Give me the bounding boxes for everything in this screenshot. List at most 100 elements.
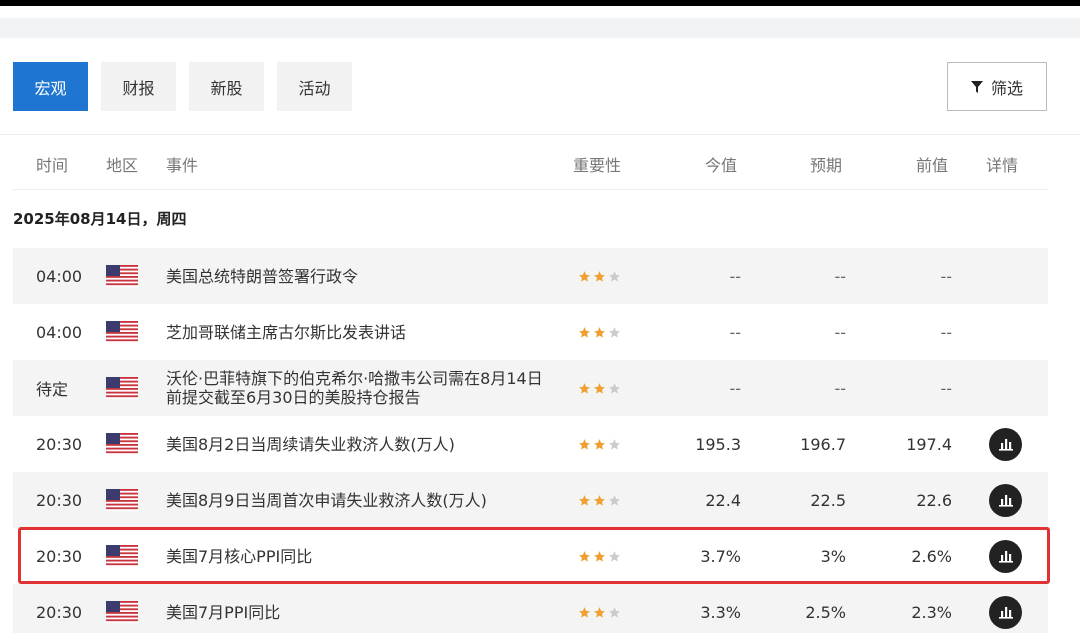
event-time: 20:30: [36, 602, 83, 622]
star-icon: [594, 494, 605, 506]
event-time: 04:00: [36, 266, 83, 286]
previous-value: --: [940, 322, 952, 342]
importance-stars: [578, 304, 623, 360]
actual-value: --: [729, 378, 741, 398]
filter-icon: [970, 80, 983, 93]
star-icon: [609, 382, 620, 394]
chart-icon: [998, 551, 1013, 563]
region-flag: [106, 416, 138, 472]
actual-value: --: [729, 266, 741, 286]
star-icon: [594, 438, 605, 450]
detail-chart-button[interactable]: [989, 595, 1022, 629]
star-icon: [579, 326, 590, 338]
actual-value: 195.3: [695, 434, 741, 454]
star-icon: [609, 550, 620, 562]
previous-value: 22.6: [916, 490, 952, 510]
event-time: 20:30: [36, 546, 83, 566]
region-flag: [106, 248, 138, 304]
forecast-value: 22.5: [810, 490, 846, 510]
forecast-value: 196.7: [800, 434, 846, 454]
star-icon: [609, 326, 620, 338]
star-icon: [594, 606, 605, 618]
event-row[interactable]: 04:00 芝加哥联储主席古尔斯比发表讲话 -- -- --: [13, 304, 1048, 360]
filter-label: 筛选: [990, 78, 1023, 98]
star-icon: [579, 494, 590, 506]
tab-earnings[interactable]: 财报: [101, 62, 176, 111]
col-event: 事件: [166, 156, 199, 175]
filter-button[interactable]: 筛选: [947, 62, 1047, 111]
event-title[interactable]: 美国总统特朗普签署行政令: [166, 248, 546, 304]
event-row[interactable]: 04:00 美国总统特朗普签署行政令 -- -- --: [13, 248, 1048, 304]
column-header: 时间 地区 事件 重要性 今值 预期 前值 详情: [13, 134, 1048, 190]
event-title[interactable]: 美国8月9日当周首次申请失业救济人数(万人): [166, 472, 546, 528]
col-region: 地区: [106, 156, 139, 175]
region-flag: [106, 360, 138, 416]
detail-chart-button[interactable]: [989, 539, 1022, 573]
star-icon: [579, 438, 590, 450]
us-flag-icon: [106, 377, 138, 399]
previous-value: 2.6%: [911, 546, 952, 566]
col-detail: 详情: [986, 156, 1019, 175]
category-tabs: 宏观 财报 新股 活动: [13, 62, 352, 111]
previous-value: 197.4: [906, 434, 952, 454]
event-title[interactable]: 沃伦·巴菲特旗下的伯克希尔·哈撒韦公司需在8月14日前提交截至6月30日的美股持…: [166, 360, 546, 416]
star-icon: [594, 382, 605, 394]
col-importance: 重要性: [573, 156, 622, 175]
star-icon: [579, 550, 590, 562]
actual-value: 3.3%: [700, 602, 741, 622]
actual-value: 3.7%: [700, 546, 741, 566]
event-title[interactable]: 芝加哥联储主席古尔斯比发表讲话: [166, 304, 546, 360]
event-time: 20:30: [36, 434, 83, 454]
star-icon: [609, 438, 620, 450]
tab-ipo[interactable]: 新股: [189, 62, 264, 111]
event-title[interactable]: 美国7月PPI同比: [166, 584, 546, 633]
star-icon: [609, 606, 620, 618]
col-time: 时间: [36, 156, 69, 175]
actual-value: --: [729, 322, 741, 342]
col-actual: 今值: [705, 156, 738, 175]
importance-stars: [578, 528, 623, 584]
region-flag: [106, 472, 138, 528]
event-title[interactable]: 美国7月核心PPI同比: [166, 528, 546, 584]
actual-value: 22.4: [705, 490, 741, 510]
tab-macro[interactable]: 宏观: [13, 62, 88, 111]
star-icon: [594, 326, 605, 338]
star-icon: [609, 494, 620, 506]
col-previous: 前值: [916, 156, 949, 175]
previous-value: 2.3%: [911, 602, 952, 622]
previous-value: --: [940, 266, 952, 286]
us-flag-icon: [106, 321, 138, 343]
event-row[interactable]: 20:30 美国7月核心PPI同比 3.7% 3% 2.6%: [13, 528, 1048, 584]
importance-stars: [578, 472, 623, 528]
star-icon: [594, 550, 605, 562]
forecast-value: --: [834, 378, 846, 398]
detail-chart-button[interactable]: [989, 483, 1022, 517]
event-title[interactable]: 美国8月2日当周续请失业救济人数(万人): [166, 416, 546, 472]
chart-icon: [998, 607, 1013, 619]
star-icon: [579, 382, 590, 394]
importance-stars: [578, 360, 623, 416]
detail-cell: [989, 416, 1022, 472]
chart-icon: [998, 439, 1013, 451]
detail-chart-button[interactable]: [989, 427, 1022, 461]
importance-stars: [578, 584, 623, 633]
forecast-value: 2.5%: [805, 602, 846, 622]
event-time: 待定: [36, 380, 69, 399]
tab-events[interactable]: 活动: [277, 62, 352, 111]
event-row[interactable]: 待定 沃伦·巴菲特旗下的伯克希尔·哈撒韦公司需在8月14日前提交截至6月30日的…: [13, 360, 1048, 416]
star-icon: [579, 606, 590, 618]
importance-stars: [578, 416, 623, 472]
event-row[interactable]: 20:30 美国7月PPI同比 3.3% 2.5% 2.3%: [13, 584, 1048, 633]
forecast-value: --: [834, 266, 846, 286]
event-row[interactable]: 20:30 美国8月9日当周首次申请失业救济人数(万人) 22.4 22.5 2…: [13, 472, 1048, 528]
col-forecast: 预期: [810, 156, 843, 175]
us-flag-icon: [106, 545, 138, 567]
region-flag: [106, 528, 138, 584]
event-time: 20:30: [36, 490, 83, 510]
forecast-value: 3%: [820, 546, 846, 566]
date-heading: 2025年08月14日，周四: [13, 210, 187, 228]
star-icon: [609, 270, 620, 282]
region-flag: [106, 304, 138, 360]
event-row[interactable]: 20:30 美国8月2日当周续请失业救济人数(万人) 195.3 196.7 1…: [13, 416, 1048, 472]
us-flag-icon: [106, 489, 138, 511]
